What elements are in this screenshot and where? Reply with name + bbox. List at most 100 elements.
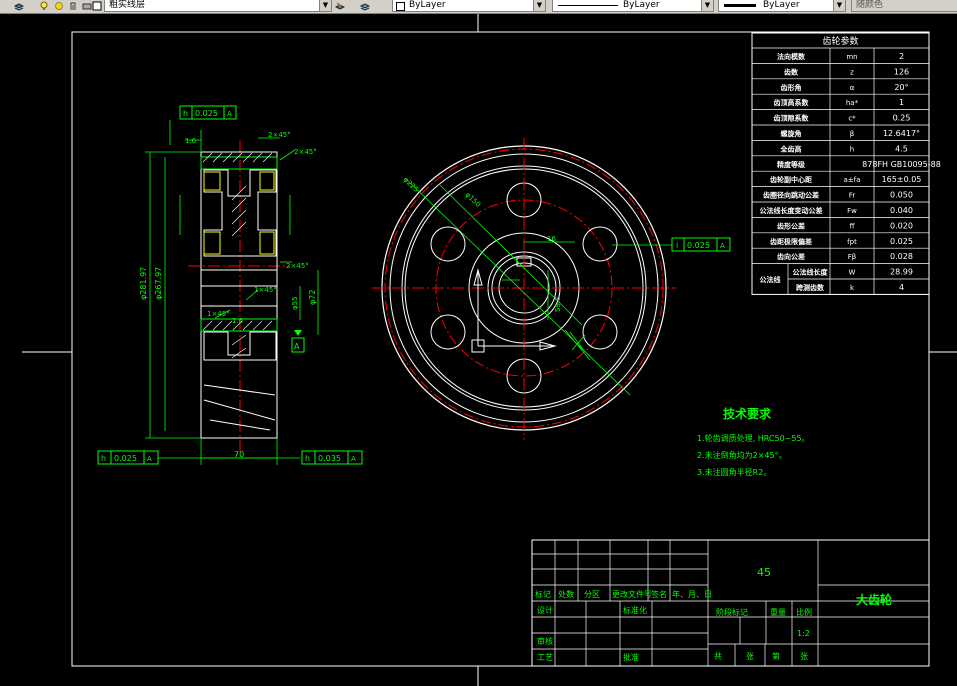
plotstyle-value: 随颜色: [856, 0, 884, 10]
tech-requirements: 技术要求 1.轮齿调质处理, HRC50~55。 2.未注倒角均为2×45°。 …: [697, 406, 810, 477]
col-header-sign: 签名: [651, 589, 667, 599]
param-name: 精度等级: [777, 160, 806, 169]
param-group-value: 4: [899, 283, 904, 292]
dim-chamfer-top: 2×45°: [268, 131, 291, 139]
dim-16: 1.6: [185, 137, 197, 145]
chevron-down-icon[interactable]: ▼: [701, 0, 713, 11]
svg-text:h: h: [305, 454, 310, 463]
param-value: 0.028: [890, 252, 913, 261]
param-value: 4.5: [895, 144, 908, 153]
chevron-down-icon[interactable]: ▼: [319, 0, 331, 11]
param-symbol: Fr: [849, 192, 856, 200]
color-combo[interactable]: ByLayer ▼: [392, 0, 546, 12]
tolerance-frame-mid: i 0.025 A: [671, 237, 731, 252]
chevron-down-icon[interactable]: ▼: [833, 0, 845, 11]
row-design: 设计: [537, 605, 553, 615]
param-name: 螺旋角: [781, 129, 802, 138]
col-header-count: 处数: [558, 589, 574, 599]
dim-chamfer-small: 1×45°: [254, 286, 277, 294]
sun-icon[interactable]: [54, 1, 64, 11]
stage-label: 阶段标记: [716, 607, 748, 617]
param-value: 0.25: [893, 114, 911, 123]
row-review: 审核: [537, 636, 553, 646]
param-symbol: β: [850, 130, 854, 138]
param-name: 法向模数: [777, 52, 806, 61]
dim-key-depth: 59.3: [554, 296, 562, 312]
param-name: 齿形公差: [777, 221, 805, 230]
param-name: 齿圈径向跳动公差: [763, 191, 819, 200]
printer-icon[interactable]: [82, 1, 92, 11]
dim-c2: φ150: [464, 191, 482, 209]
sheet-unit2-label: 张: [800, 652, 808, 661]
param-value: 0.040: [890, 206, 913, 215]
linetype-preview: [558, 5, 618, 6]
layer-states-icon[interactable]: [360, 1, 370, 11]
param-value: 0.025: [890, 237, 913, 246]
sheet-unit-label: 张: [746, 652, 754, 661]
tol-bot-left-value: 0.025: [114, 454, 137, 463]
param-group-name: 跨测齿数: [796, 283, 825, 292]
param-group-value: 28.99: [890, 268, 913, 277]
dim-chamfer-small2: 1×45°: [207, 310, 230, 318]
dim-16b: 1.6: [232, 317, 244, 325]
param-symbol: mn: [846, 53, 857, 61]
param-value: 0.050: [890, 191, 913, 200]
param-value: 2: [899, 52, 904, 61]
param-value: 1: [899, 98, 904, 107]
scale-label: 比例: [796, 607, 812, 617]
weight-label: 重量: [770, 607, 786, 617]
param-name: 齿顶隙系数: [774, 114, 810, 123]
param-symbol: z: [850, 68, 854, 76]
dim-dia-bore: φ55: [291, 296, 299, 310]
layer-combo[interactable]: 粗实线层 ▼: [104, 0, 332, 12]
tol-letter-h: h: [183, 109, 188, 118]
param-symbol: c*: [848, 115, 856, 123]
svg-text:A: A: [147, 455, 152, 463]
layer-previous-icon[interactable]: [335, 1, 345, 11]
param-symbol: α: [850, 84, 855, 92]
bulb-icon[interactable]: [39, 1, 49, 11]
param-symbol: ha*: [846, 99, 859, 107]
params-table: 齿轮参数法向模数 mn 2 齿数 z 126 齿形角 α 20° 齿顶高系数 ha* 1 齿顶隙系数 c*…: [751, 32, 941, 295]
dim-key-width: 16: [547, 235, 556, 243]
tol-letter-i: i: [676, 241, 678, 250]
param-value: 165±0.05: [882, 175, 922, 184]
lineweight-combo[interactable]: ByLayer ▼: [718, 0, 846, 12]
dim-c1: φ225: [402, 176, 420, 194]
param-value: 126: [894, 67, 909, 76]
color-swatch-icon: [396, 2, 405, 11]
plotstyle-combo[interactable]: 随颜色: [851, 0, 957, 12]
tolerance-frame-bottom-left: h 0.025 A: [97, 450, 159, 465]
layers-icon[interactable]: [14, 1, 24, 11]
param-group-symbol: W: [849, 269, 856, 277]
dim-width-70: 70: [234, 450, 244, 459]
dim-dia-left2: φ267.97: [154, 267, 163, 300]
param-value: 0.020: [890, 221, 913, 230]
tolerance-frame-top: h 0.025 A: [179, 105, 237, 120]
col-header-date: 年、月、日: [672, 589, 712, 599]
title-block: 45 大齿轮 标记 处数 分区 更改文件号 签名 年、月、日 设计 标准化 审核…: [531, 539, 930, 667]
param-name: 齿轮副中心距: [770, 175, 812, 184]
tol-top-value: 0.025: [195, 109, 218, 118]
dim-chamfer-mid: 2×45°: [286, 262, 309, 270]
layer-name: 粗实线层: [109, 0, 146, 10]
tech-req-2: 2.未注倒角均为2×45°。: [697, 450, 787, 460]
sheet-total-label: 共: [714, 652, 722, 661]
material: 45: [757, 566, 771, 579]
svg-text:h: h: [101, 454, 106, 463]
param-name: 齿形角: [781, 83, 802, 92]
row-process: 工艺: [537, 653, 553, 662]
linetype-value: ByLayer: [623, 0, 660, 10]
param-group-label: 公法线: [760, 275, 781, 284]
lock-icon[interactable]: [68, 1, 78, 11]
drawing-canvas[interactable]: φ281.97 φ267.97 φ72 φ55 70 1.6 1.6 2×45°…: [0, 14, 957, 686]
param-symbol: Fw: [847, 207, 857, 215]
param-name: 齿距极限偏差: [770, 237, 812, 246]
col-header-zone: 分区: [584, 590, 600, 599]
param-symbol: a±fa: [844, 176, 861, 184]
chevron-down-icon[interactable]: ▼: [533, 0, 545, 11]
param-name: 公法线长度变动公差: [760, 206, 823, 215]
tech-req-3: 3.未注圆角半径R2。: [697, 467, 771, 477]
linetype-combo[interactable]: ByLayer ▼: [552, 0, 714, 12]
tol-mid-value: 0.025: [687, 241, 710, 250]
